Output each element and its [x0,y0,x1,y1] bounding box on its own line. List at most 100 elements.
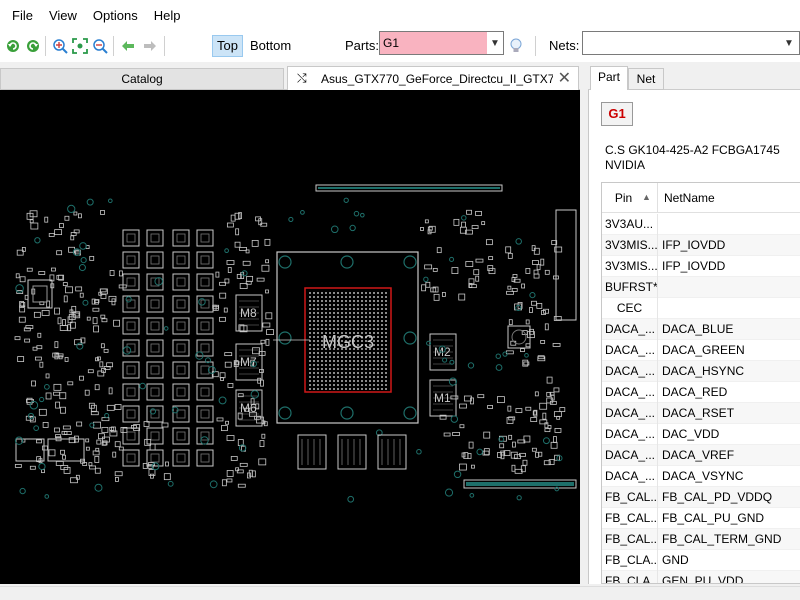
table-row[interactable]: FB_CLA... GND [602,550,800,571]
part-description-line1: C.S GK104-425-A2 FCBGA1745 [605,143,780,157]
zoom-fit-icon[interactable] [72,38,88,54]
netname-cell: DACA_RED [662,385,728,399]
menu-view[interactable]: View [41,8,85,23]
table-row[interactable]: CEC [602,298,800,319]
pin-cell: 3V3MIS... [602,235,658,256]
bottom-side-button[interactable]: Bottom [246,35,295,57]
table-row[interactable]: FB_CLA... GEN_PU_VDD [602,571,800,583]
parts-combo-value[interactable]: G1 [380,32,487,54]
toolbar-separator [164,36,165,56]
pin-cell: FB_CAL... [602,487,658,508]
gpu-reference-label: MGC3 [322,332,374,352]
forward-arrow-icon[interactable] [142,38,158,54]
nets-combo-value[interactable] [583,32,586,54]
pin-cell: 3V3AU... [602,214,658,235]
table-row[interactable]: DACA_... DACA_VSYNC [602,466,800,487]
pin-icon[interactable]: ⤭ [297,71,307,86]
sort-ascending-icon: ▲ [642,192,651,202]
netname-cell: FB_CAL_TERM_GND [662,532,782,546]
status-bar [0,586,800,600]
table-row[interactable]: DACA_... DACA_HSYNC [602,361,800,382]
table-row[interactable]: FB_CAL... FB_CAL_PD_VDDQ [602,487,800,508]
pin-cell: DACA_... [602,340,658,361]
parts-combo[interactable]: G1 ▼ [379,31,504,55]
netname-cell: DACA_VREF [662,448,735,462]
netname-cell: IFP_IOVDD [662,238,726,252]
tab-net[interactable]: Net [628,68,664,90]
toolbar-separator [535,36,536,56]
netname-cell: DACA_RSET [662,406,735,420]
table-row[interactable]: DACA_... DACA_BLUE [602,319,800,340]
zoom-out-icon[interactable] [92,38,108,54]
netname-cell: DACA_BLUE [662,322,734,336]
tab-part[interactable]: Part [590,66,628,91]
netname-cell: FB_CAL_PD_VDDQ [662,490,773,504]
pin-cell: BUFRST* [602,277,658,298]
netname-cell: DAC_VDD [662,427,720,441]
part-description: C.S GK104-425-A2 FCBGA1745 NVIDIA [605,143,780,173]
table-row[interactable]: DACA_... DACA_VREF [602,445,800,466]
part-panel: G1 C.S GK104-425-A2 FCBGA1745 NVIDIA Pin… [588,90,800,584]
toolbar-separator [113,36,114,56]
table-row[interactable]: 3V3AU... [602,214,800,235]
pin-cell: DACA_... [602,445,658,466]
toolbar-separator [45,36,46,56]
menu-bar: File View Options Help [0,0,800,30]
pin-cell: FB_CAL... [602,508,658,529]
top-side-button[interactable]: Top [212,35,243,57]
netname-cell: FB_CAL_PU_GND [662,511,765,525]
table-row[interactable]: FB_CAL... FB_CAL_PU_GND [602,508,800,529]
table-row[interactable]: DACA_... DACA_RSET [602,403,800,424]
netname-cell: GND [662,553,689,567]
pin-table[interactable]: Pin ▲ NetName 3V3AU... 3V3MIS... IFP_IOVDD… [601,182,800,584]
nets-combo[interactable]: ▼ [582,31,800,55]
part-description-line2: NVIDIA [605,158,646,172]
table-row[interactable]: DACA_... DAC_VDD [602,424,800,445]
close-icon[interactable]: ✕ [558,68,571,88]
table-row[interactable]: FB_CAL... FB_CAL_TERM_GND [602,529,800,550]
table-row[interactable]: 3V3MIS... IFP_IOVDD [602,256,800,277]
pin-cell: FB_CLA... [602,550,658,571]
memory-chip-label: M1 [434,391,451,405]
pin-cell: DACA_... [602,319,658,340]
pin-cell: DACA_... [602,382,658,403]
chevron-down-icon[interactable]: ▼ [487,32,503,54]
back-arrow-icon[interactable] [120,38,136,54]
pin-cell: FB_CLA... [602,571,658,583]
pin-cell: FB_CAL... [602,529,658,550]
menu-file[interactable]: File [4,8,41,23]
table-row[interactable]: 3V3MIS... IFP_IOVDD [602,235,800,256]
netname-cell: DACA_HSYNC [662,364,745,378]
tab-catalog[interactable]: Catalog [0,68,284,90]
menu-options[interactable]: Options [85,8,146,23]
table-row[interactable]: DACA_... DACA_RED [602,382,800,403]
nets-label: Nets: [549,38,580,53]
table-row[interactable]: DACA_... DACA_GREEN [602,340,800,361]
column-header-netname[interactable]: NetName [664,183,715,213]
board-view[interactable]: MGC3 M8 M7 M6 M2 M1 [0,90,580,584]
rotate-right-icon[interactable] [25,38,41,54]
tab-board-file[interactable]: ⤭ Asus_GTX770_GeForce_Directcu_II_GTX77.… [287,66,579,90]
pin-table-header: Pin ▲ NetName [602,183,800,213]
netname-cell: IFP_IOVDD [662,259,726,273]
right-panel-tabs: Part Net [588,66,800,91]
zoom-in-icon[interactable] [52,38,68,54]
pin-cell: DACA_... [602,403,658,424]
memory-chip-label: M8 [240,306,257,320]
pcb-layout[interactable]: MGC3 M8M7M6M2M1 [0,90,580,584]
pin-cell: DACA_... [602,466,658,487]
pin-cell: 3V3MIS... [602,256,658,277]
netname-cell: DACA_GREEN [662,343,745,357]
pin-cell: DACA_... [602,424,658,445]
tab-board-title: Asus_GTX770_GeForce_Directcu_II_GTX77... [321,72,553,86]
lightbulb-icon[interactable] [508,38,524,54]
document-tabs: Catalog ⤭ Asus_GTX770_GeForce_Directcu_I… [0,66,582,90]
rotate-left-icon[interactable] [5,38,21,54]
parts-label: Parts: [345,38,379,53]
netname-cell: DACA_VSYNC [662,469,744,483]
toolbar: Top Bottom Parts: G1 ▼ Nets: ▼ [0,30,800,62]
menu-help[interactable]: Help [146,8,189,23]
table-row[interactable]: BUFRST* [602,277,800,298]
chevron-down-icon[interactable]: ▼ [781,32,797,54]
pin-cell: CEC [602,298,658,319]
